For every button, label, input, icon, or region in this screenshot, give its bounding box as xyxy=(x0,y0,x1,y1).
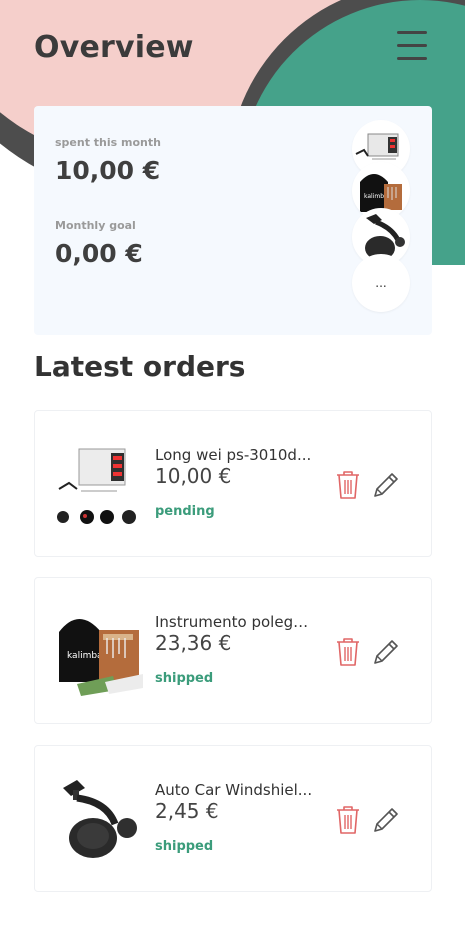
more-items-button[interactable]: ... xyxy=(352,254,410,312)
order-status: shipped xyxy=(155,671,214,686)
order-name: Auto Car Windshiel... xyxy=(155,781,313,799)
order-name: Long wei ps-3010d... xyxy=(155,446,312,464)
order-price: 23,36 € xyxy=(155,631,232,655)
monthly-goal-value: 0,00 € xyxy=(55,239,143,268)
order-status: shipped xyxy=(155,839,214,854)
pencil-icon[interactable] xyxy=(371,805,401,835)
page-title: Overview xyxy=(34,30,194,65)
order-status: pending xyxy=(155,504,215,519)
trash-icon[interactable] xyxy=(335,637,361,667)
pencil-icon[interactable] xyxy=(371,637,401,667)
power-supply-image xyxy=(57,448,136,524)
trash-icon[interactable] xyxy=(335,805,361,835)
monthly-goal-label: Monthly goal xyxy=(55,219,136,232)
hamburger-menu-icon[interactable] xyxy=(397,31,428,61)
summary-card: spent this month 10,00 € Monthly goal 0,… xyxy=(34,106,432,335)
spent-this-month-label: spent this month xyxy=(55,136,161,149)
pencil-icon[interactable] xyxy=(371,470,401,500)
latest-orders-heading: Latest orders xyxy=(34,350,246,383)
spent-this-month-value: 10,00 € xyxy=(55,156,161,185)
order-card[interactable]: Auto Car Windshiel... 2,45 € shipped xyxy=(34,745,432,892)
order-price: 2,45 € xyxy=(155,799,219,823)
trash-icon[interactable] xyxy=(335,470,361,500)
order-price: 10,00 € xyxy=(155,464,232,488)
car-mount-image xyxy=(63,780,137,858)
order-card[interactable]: Long wei ps-3010d... 10,00 € pending xyxy=(34,410,432,557)
order-name: Instrumento polega... xyxy=(155,613,315,631)
kalimba-image: kalimba xyxy=(59,619,143,696)
svg-text:kalimba: kalimba xyxy=(67,651,103,661)
order-card[interactable]: kalimba Instrumento polega... 23,36 € sh… xyxy=(34,577,432,724)
